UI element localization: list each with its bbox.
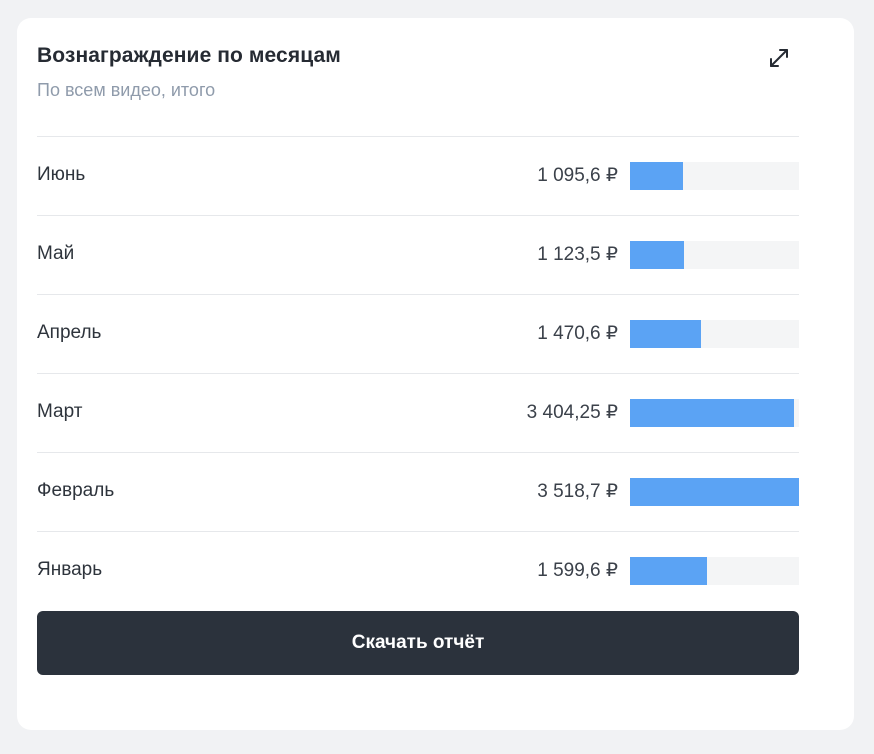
card-header: Вознаграждение по месяцам По всем видео,…	[37, 44, 799, 136]
card-title: Вознаграждение по месяцам	[37, 44, 341, 67]
list-item: Январь 1 599,6 ₽	[37, 531, 799, 610]
month-amount: 1 123,5 ₽	[537, 244, 618, 265]
download-report-button[interactable]: Скачать отчёт	[37, 611, 799, 675]
month-label: Июнь	[37, 164, 86, 185]
bar-track	[630, 478, 799, 506]
bar-fill	[630, 241, 684, 269]
month-amount: 1 095,6 ₽	[537, 165, 618, 186]
list-item: Июнь 1 095,6 ₽	[37, 136, 799, 215]
bar-fill	[630, 478, 799, 506]
card-subtitle: По всем видео, итого	[37, 80, 216, 100]
bar-fill	[630, 162, 683, 190]
month-label: Март	[37, 401, 83, 422]
month-amount: 3 404,25 ₽	[526, 402, 618, 423]
list-item: Март 3 404,25 ₽	[37, 373, 799, 452]
month-amount: 3 518,7 ₽	[537, 481, 618, 502]
list-item: Апрель 1 470,6 ₽	[37, 294, 799, 373]
month-label: Февраль	[37, 480, 115, 501]
month-label: Январь	[37, 559, 103, 580]
bar-track	[630, 162, 799, 190]
month-label: Апрель	[37, 322, 102, 343]
bar-track	[630, 399, 799, 427]
list-item: Май 1 123,5 ₽	[37, 215, 799, 294]
bar-track	[630, 320, 799, 348]
bar-track	[630, 557, 799, 585]
month-label: Май	[37, 243, 75, 264]
bar-fill	[630, 399, 794, 427]
expand-icon[interactable]	[767, 46, 791, 70]
bar-track	[630, 241, 799, 269]
bar-fill	[630, 320, 701, 348]
month-amount: 1 599,6 ₽	[537, 560, 618, 581]
month-amount: 1 470,6 ₽	[537, 323, 618, 344]
list-item: Февраль 3 518,7 ₽	[37, 452, 799, 531]
bar-fill	[630, 557, 707, 585]
month-list: Июнь 1 095,6 ₽ Май 1 123,5 ₽ Апрель 1 47…	[37, 136, 799, 610]
